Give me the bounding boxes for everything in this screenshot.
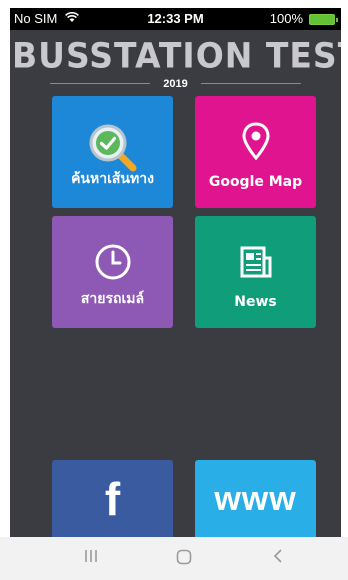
app-title: BUSSTATION TEST v1 — [12, 35, 341, 76]
app-screen: No SIM 12:33 PM 100% BUSSTATION TEST v1 … — [10, 8, 341, 537]
battery-percent: 100% — [269, 11, 303, 26]
search-route-label: ค้นหาเส้นทาง — [71, 171, 154, 187]
clock-icon — [93, 242, 133, 287]
year-label: 2019 — [163, 78, 188, 90]
map-pin-icon — [241, 122, 271, 167]
home-icon[interactable] — [176, 549, 192, 570]
google-map-tile[interactable]: Google Map — [195, 96, 316, 208]
website-button[interactable]: www — [195, 460, 316, 537]
google-map-label: Google Map — [208, 174, 303, 190]
divider-line-right — [201, 83, 301, 84]
facebook-button[interactable]: f — [52, 460, 173, 537]
back-icon[interactable] — [272, 549, 284, 568]
website-icon: www — [214, 480, 297, 518]
search-route-tile[interactable]: ค้นหาเส้นทาง — [52, 96, 173, 208]
bus-lines-label: สายรถเมล์ — [80, 291, 145, 307]
newspaper-icon — [236, 242, 276, 287]
status-bar: No SIM 12:33 PM 100% — [10, 8, 341, 30]
year-divider: 2019 — [50, 78, 301, 90]
facebook-icon: f — [104, 473, 121, 525]
news-label: News — [234, 294, 277, 310]
recent-apps-icon[interactable] — [84, 549, 98, 568]
battery-icon — [309, 14, 338, 25]
system-nav-bar — [0, 537, 348, 580]
bus-lines-tile[interactable]: สายรถเมล์ — [52, 216, 173, 328]
news-tile[interactable]: News — [195, 216, 316, 328]
